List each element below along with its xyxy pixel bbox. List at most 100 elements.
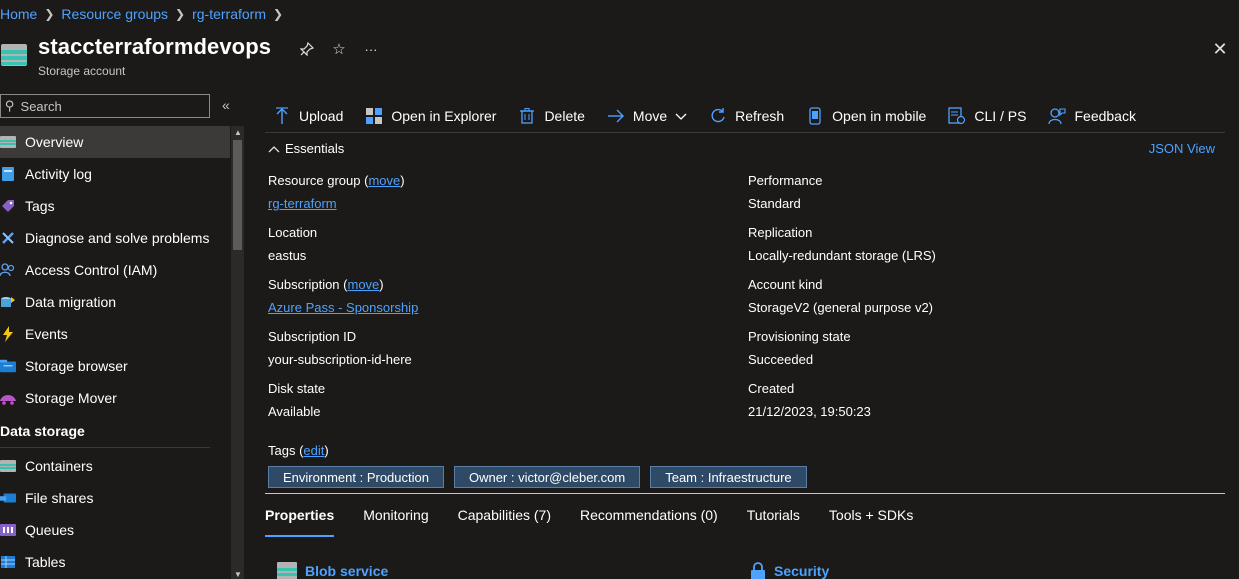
breadcrumb-home[interactable]: Home: [0, 6, 37, 22]
tab-tools-sdks[interactable]: Tools + SDKs: [829, 507, 913, 531]
chevron-right-icon: ❯: [175, 7, 186, 21]
json-view-link[interactable]: JSON View: [1149, 141, 1215, 156]
overview-tabs: Properties Monitoring Capabilities (7) R…: [265, 507, 942, 537]
sidebar-item-containers[interactable]: Containers: [0, 450, 230, 482]
security-title: Security: [774, 563, 830, 579]
open-in-explorer-button[interactable]: Open in Explorer: [357, 100, 496, 132]
feedback-label: Feedback: [1074, 108, 1136, 124]
upload-label: Upload: [299, 108, 344, 124]
prop-account-kind: Account kind StorageV2 (general purpose …: [748, 277, 933, 315]
resource-group-link[interactable]: rg-terraform: [268, 196, 337, 211]
security-section[interactable]: Security: [750, 562, 829, 579]
blob-service-icon: [277, 562, 297, 579]
search-icon: ⚲: [5, 98, 15, 113]
sidebar-item-storage-browser[interactable]: Storage browser: [0, 350, 230, 382]
open-in-explorer-label: Open in Explorer: [391, 108, 497, 124]
sidebar-item-label: Events: [25, 326, 68, 342]
sidebar-item-tables[interactable]: Tables: [0, 546, 230, 578]
sidebar-section-data-storage: Data storage: [0, 414, 210, 448]
sidebar-item-queues[interactable]: Queues: [0, 514, 230, 546]
sidebar-item-label: Overview: [25, 134, 84, 150]
move-label: Move: [632, 108, 668, 124]
open-in-mobile-button[interactable]: Open in mobile: [798, 100, 926, 132]
move-button[interactable]: Move: [599, 100, 687, 132]
close-icon[interactable]: ✕: [1209, 38, 1231, 60]
storage-explorer-icon: [365, 107, 383, 125]
data-migration-icon: [0, 294, 16, 310]
essentials-title: Essentials: [285, 141, 345, 156]
scrollbar-thumb[interactable]: [233, 140, 242, 250]
tag-chip-owner[interactable]: Owner : victor@cleber.com: [453, 466, 641, 488]
sidebar-item-label: Activity log: [25, 166, 92, 182]
star-icon[interactable]: ☆: [328, 38, 350, 60]
prop-value: StorageV2 (general purpose v2): [748, 300, 934, 315]
sidebar-item-activity-log[interactable]: Activity log: [0, 158, 230, 190]
tab-tutorials[interactable]: Tutorials: [747, 507, 800, 531]
sidebar-item-iam[interactable]: Access Control (IAM): [0, 254, 230, 286]
prop-provisioning-state: Provisioning state Succeeded: [748, 329, 851, 367]
sidebar-item-file-shares[interactable]: File shares: [0, 482, 230, 514]
tag-list: Environment : Production Owner : victor@…: [268, 466, 817, 488]
sidebar-item-label: Diagnose and solve problems: [25, 230, 210, 246]
more-options-icon[interactable]: ···: [360, 38, 382, 60]
prop-label: Created: [748, 381, 795, 396]
sidebar-item-tags[interactable]: Tags: [0, 190, 230, 222]
sidebar-item-diagnose[interactable]: Diagnose and solve problems: [0, 222, 230, 254]
prop-label: Performance: [748, 173, 823, 188]
tab-properties[interactable]: Properties: [265, 507, 335, 537]
breadcrumb-rg-terraform[interactable]: rg-terraform: [192, 6, 266, 22]
arrow-right-icon: [607, 107, 625, 125]
prop-label: Provisioning state: [748, 329, 851, 344]
prop-value: 21/12/2023, 19:50:23: [748, 404, 871, 419]
chevron-right-icon: ❯: [44, 7, 55, 21]
pin-icon[interactable]: [296, 38, 318, 60]
feedback-button[interactable]: Feedback: [1040, 100, 1136, 132]
prop-created: Created 21/12/2023, 19:50:23: [748, 381, 871, 419]
tab-capabilities[interactable]: Capabilities (7): [458, 507, 551, 531]
sidebar-item-data-migration[interactable]: Data migration: [0, 286, 230, 318]
lightning-icon: [0, 326, 16, 342]
move-resource-group-link[interactable]: move: [368, 173, 400, 188]
upload-button[interactable]: Upload: [265, 100, 343, 132]
activity-log-icon: [0, 166, 16, 182]
prop-replication: Replication Locally-redundant storage (L…: [748, 225, 936, 263]
subscription-link[interactable]: Azure Pass - Sponsorship: [268, 300, 418, 315]
sidebar-item-label: Tags: [25, 198, 55, 214]
lock-icon: [751, 562, 765, 579]
sidebar-item-label: Storage Mover: [25, 390, 117, 406]
edit-tags-link[interactable]: edit: [303, 443, 324, 458]
cli-ps-button[interactable]: CLI / PS: [940, 100, 1026, 132]
page-subtitle: Storage account: [38, 64, 126, 78]
sidebar-item-storage-mover[interactable]: Storage Mover: [0, 382, 230, 414]
move-subscription-link[interactable]: move: [348, 277, 380, 292]
sidebar-search[interactable]: ⚲: [0, 94, 210, 118]
scroll-up-icon[interactable]: ▲: [234, 128, 242, 137]
storage-account-icon: [1, 44, 27, 66]
tab-monitoring[interactable]: Monitoring: [363, 507, 428, 531]
collapse-sidebar-icon[interactable]: «: [222, 97, 230, 113]
prop-label: Disk state: [268, 381, 326, 396]
sidebar-item-label: Storage browser: [25, 358, 128, 374]
delete-label: Delete: [544, 108, 585, 124]
breadcrumb-resource-groups[interactable]: Resource groups: [61, 6, 168, 22]
divider: [265, 493, 1225, 494]
delete-button[interactable]: Delete: [510, 100, 585, 132]
scroll-down-icon[interactable]: ▼: [234, 570, 242, 579]
sidebar-item-overview[interactable]: Overview: [0, 126, 230, 158]
tab-recommendations[interactable]: Recommendations (0): [580, 507, 718, 531]
sidebar-item-events[interactable]: Events: [0, 318, 230, 350]
sidebar: ⚲ « Overview Activity log Tags: [0, 92, 245, 579]
sidebar-item-label: Containers: [25, 458, 93, 474]
page-header: staccterraformdevops Storage account ☆ ·…: [0, 30, 1239, 82]
sidebar-scrollbar[interactable]: ▲ ▼: [231, 126, 244, 579]
blob-service-section[interactable]: Blob service: [277, 562, 388, 579]
tag-chip-environment[interactable]: Environment : Production: [268, 466, 444, 488]
tag-chip-team[interactable]: Team : Infraestructure: [650, 466, 807, 488]
prop-label: Subscription: [268, 277, 340, 292]
prop-label: Replication: [748, 225, 813, 240]
search-input[interactable]: [20, 98, 201, 114]
feedback-icon: [1048, 107, 1067, 125]
essentials-toggle[interactable]: Essentials: [268, 141, 344, 156]
refresh-button[interactable]: Refresh: [701, 100, 784, 132]
prop-location: Location eastus: [268, 225, 317, 263]
